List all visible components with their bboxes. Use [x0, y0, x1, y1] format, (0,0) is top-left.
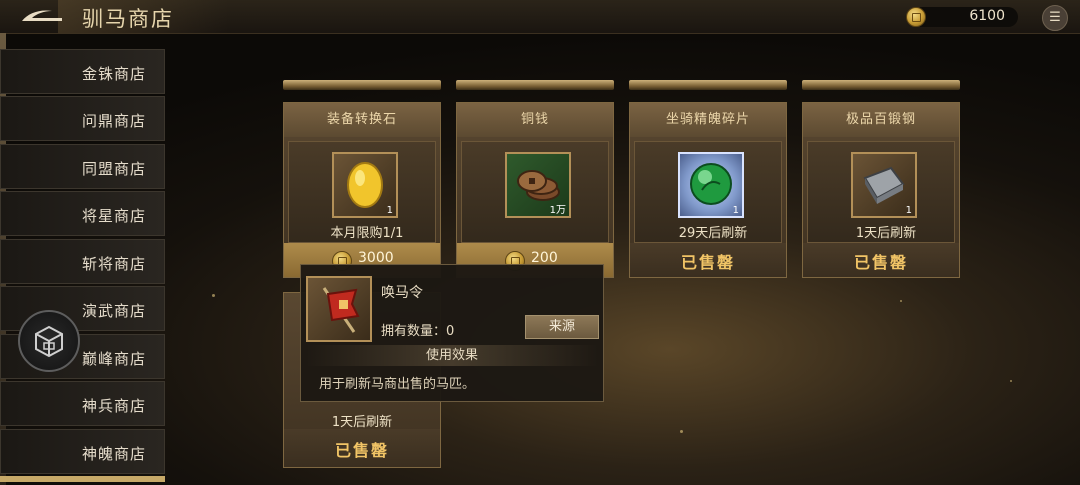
- sidebar-item-label: 神魄商店: [81, 445, 146, 463]
- tooltip-effect-heading: 使用效果: [306, 345, 598, 366]
- shelf-decoration: [802, 80, 960, 90]
- conversion-stone-icon[interactable]: 1: [332, 152, 398, 218]
- item-name: 装备转换石: [284, 103, 440, 137]
- item-caption: 1天后刷新: [331, 415, 393, 430]
- currency-value: 6100: [969, 8, 1005, 24]
- item-slot: 1万: [461, 141, 609, 243]
- shop-item-card[interactable]: 铜钱 1万 200: [456, 102, 614, 278]
- shop-item-card[interactable]: 坐骑精魄碎片 1 29天后刷新 已售罄: [629, 102, 787, 278]
- sidebar-item-label: 演武商店: [81, 302, 146, 320]
- shelf-decoration: [629, 80, 787, 90]
- star-speck: [900, 300, 902, 302]
- sidebar-item-label: 巅峰商店: [81, 350, 146, 368]
- item-tooltip: 唤马令 拥有数量：0 来源 使用效果 用于刷新马商出售的马匹。: [300, 264, 604, 402]
- horse-summon-token-icon: [306, 276, 372, 342]
- tooltip-description: 用于刷新马商出售的马匹。: [319, 377, 476, 392]
- item-caption: 29天后刷新: [678, 226, 748, 241]
- tooltip-owned-count: 拥有数量：0: [381, 324, 455, 339]
- sidebar-item-alliance-shop[interactable]: 同盟商店: [0, 144, 165, 189]
- mount-essence-shard-icon[interactable]: 1: [678, 152, 744, 218]
- item-quantity: 1: [905, 205, 912, 216]
- item-quantity: 1: [732, 205, 739, 216]
- sidebar-active-indicator: [0, 476, 165, 482]
- item-name: 铜钱: [457, 103, 613, 137]
- sold-out-bar: 已售罄: [284, 429, 440, 467]
- sidebar-item-shenbing-shop[interactable]: 神兵商店: [0, 381, 165, 426]
- star-speck: [212, 294, 215, 297]
- star-speck: [680, 430, 683, 433]
- shelf-decoration: [283, 80, 441, 90]
- copper-coins-icon[interactable]: 1万: [505, 152, 571, 218]
- item-caption: 本月限购1/1: [330, 226, 404, 241]
- sidebar-item-wending-shop[interactable]: 问鼎商店: [0, 96, 165, 141]
- sidebar-item-shenpo-shop[interactable]: 神魄商店: [0, 429, 165, 474]
- shop-item-card[interactable]: 极品百锻钢 1 1天后刷新 已售罄: [802, 102, 960, 278]
- sidebar-item-label: 同盟商店: [81, 160, 146, 178]
- source-button[interactable]: 来源: [525, 315, 599, 339]
- item-slot: 1 本月限购1/1: [288, 141, 436, 243]
- item-caption: 1天后刷新: [855, 226, 917, 241]
- back-arrow-icon[interactable]: [18, 6, 66, 28]
- sidebar-item-jiangxing-shop[interactable]: 将星商店: [0, 191, 165, 236]
- item-quantity: 1: [386, 205, 393, 216]
- sold-out-bar: 已售罄: [803, 243, 959, 277]
- sidebar-item-label: 神兵商店: [81, 397, 146, 415]
- item-name: 坐骑精魄碎片: [630, 103, 786, 137]
- sold-out-bar: 已售罄: [630, 243, 786, 277]
- shop-item-card[interactable]: 装备转换石 1 本月限购1/1 3000: [283, 102, 441, 278]
- sidebar-item-label: 金铢商店: [81, 65, 146, 83]
- sold-out-label: 已售罄: [680, 253, 735, 272]
- sidebar-item-jinzhu-shop[interactable]: 金铢商店: [0, 49, 165, 94]
- item-slot: 1 29天后刷新: [634, 141, 782, 243]
- steel-ingot-icon[interactable]: 1: [851, 152, 917, 218]
- star-speck: [1010, 380, 1012, 382]
- gold-coin-icon: [906, 7, 926, 27]
- shelf-decoration: [456, 80, 614, 90]
- sold-out-label: 已售罄: [853, 253, 908, 272]
- item-quantity: 1万: [549, 205, 566, 216]
- sidebar-item-label: 将星商店: [81, 207, 146, 225]
- list-menu-icon[interactable]: ☰: [1042, 5, 1068, 31]
- sidebar-item-zhanjiang-shop[interactable]: 斩将商店: [0, 239, 165, 284]
- sidebar-item-label: 斩将商店: [81, 255, 146, 273]
- item-name: 极品百锻钢: [803, 103, 959, 137]
- item-slot: 1 1天后刷新: [807, 141, 955, 243]
- tooltip-item-name: 唤马令: [381, 285, 423, 301]
- treasure-chest-icon[interactable]: [18, 310, 80, 372]
- page-title: 驯马商店: [82, 7, 174, 31]
- sidebar-item-label: 问鼎商店: [81, 112, 146, 130]
- top-bar: 驯马商店 6100 ☰: [0, 0, 1080, 34]
- sold-out-label: 已售罄: [334, 441, 389, 460]
